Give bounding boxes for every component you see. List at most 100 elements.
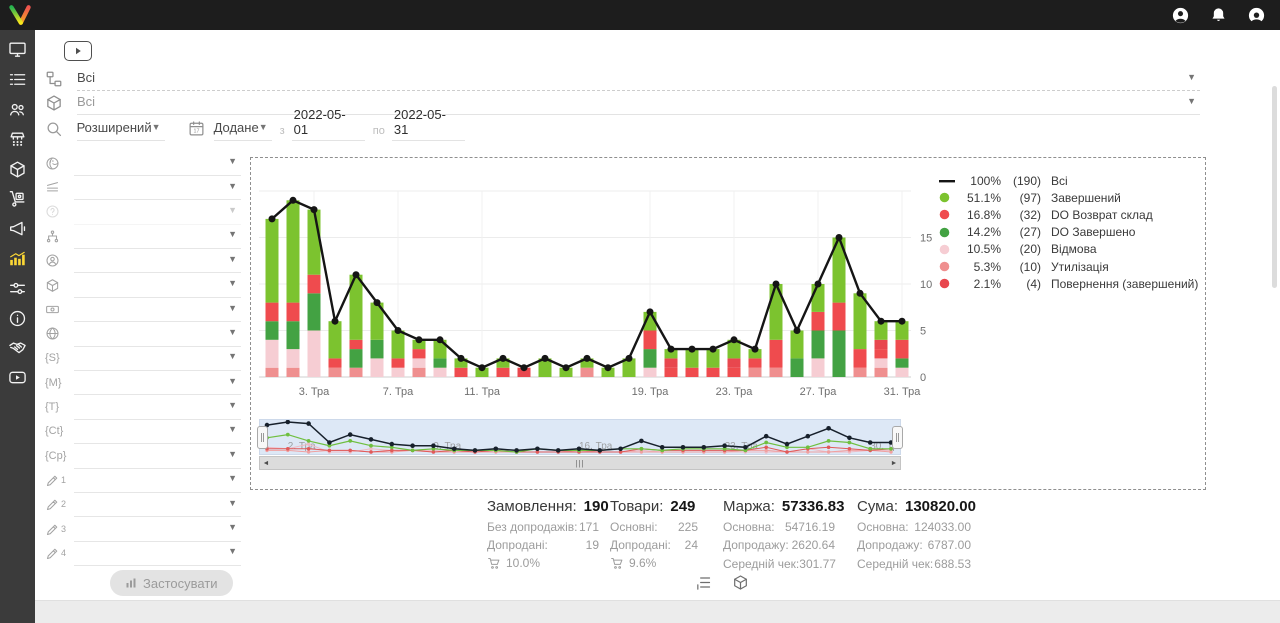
filter-row-payment: ▼ xyxy=(45,297,241,321)
navigator-scrollbar[interactable]: ◄ ||| ► xyxy=(259,456,901,470)
list-view-icon[interactable] xyxy=(695,574,713,592)
payment-select[interactable]: ▼ xyxy=(74,297,241,322)
unknown-select[interactable]: ▼ xyxy=(74,199,241,224)
pencil-icon xyxy=(45,546,60,561)
sidebar-item-supply[interactable] xyxy=(0,184,35,214)
date-to-input[interactable]: 2022-05-31 xyxy=(392,107,465,141)
stats-subrow: Середній чек:301.77 xyxy=(723,557,835,571)
user-icon[interactable] xyxy=(1171,6,1190,25)
sidebar-item-analytics[interactable] xyxy=(0,244,35,274)
product-select[interactable]: Всі ▼ xyxy=(77,91,1200,115)
sidebar-item-marketing[interactable] xyxy=(0,214,35,244)
total-line-point xyxy=(500,355,507,362)
from-label: з xyxy=(280,125,285,137)
total-line-point xyxy=(752,346,759,353)
chart-container: 3. Тра7. Тра11. Тра19. Тра23. Тра27. Тра… xyxy=(250,157,1206,490)
legend-item-DO Завершено[interactable]: 14.2%(27)DO Завершено xyxy=(939,224,1201,241)
app-logo[interactable] xyxy=(7,2,33,28)
legend-item-Всі[interactable]: 100%(190)Всі xyxy=(939,172,1201,189)
legend-item-Утилізація[interactable]: 5.3%(10)Утилізація xyxy=(939,258,1201,275)
custom-2-select[interactable]: ▼ xyxy=(74,492,241,517)
manager-select[interactable]: ▼ xyxy=(74,248,241,273)
package-icon xyxy=(8,160,27,179)
scroll-left-arrow-icon[interactable]: ◄ xyxy=(260,457,272,469)
support-headset-icon[interactable] xyxy=(1247,6,1266,25)
legend-count: (97) xyxy=(1007,191,1041,205)
search-mode-select[interactable]: Розширений ▼ xyxy=(77,117,165,141)
sidebar-item-automation[interactable] xyxy=(0,273,35,303)
date-field-select[interactable]: Додане ▼ xyxy=(214,117,272,141)
video-help-button[interactable] xyxy=(64,41,92,61)
sidebar-item-info[interactable] xyxy=(0,303,35,333)
scroll-right-arrow-icon[interactable]: ► xyxy=(888,457,900,469)
sidebar-item-products[interactable] xyxy=(0,154,35,184)
category-select[interactable]: Всі ▼ xyxy=(77,67,1200,91)
filter-row-product: ▼ xyxy=(45,273,241,297)
utm-content-select[interactable]: ▼ xyxy=(74,419,241,444)
chevron-down-icon: ▼ xyxy=(228,181,241,194)
total-line-point xyxy=(311,206,318,213)
navigator-left-handle[interactable] xyxy=(257,426,268,449)
navigator-minichart[interactable]: 2. Тра9. Тра16. Тра23. Тра30. Тра xyxy=(259,419,901,455)
notifications-bell-icon[interactable] xyxy=(1209,6,1228,25)
product-select[interactable]: ▼ xyxy=(74,272,241,297)
utm-term-select[interactable]: ▼ xyxy=(74,394,241,419)
sidebar-item-partners[interactable] xyxy=(0,333,35,363)
stats-subrow: Основні:225 xyxy=(610,520,698,534)
sidebar-item-orders[interactable] xyxy=(0,65,35,95)
x-axis-label: 31. Тра xyxy=(884,386,922,398)
legend-percent: 10.5% xyxy=(959,242,1001,256)
chevron-down-icon: ▼ xyxy=(228,327,241,340)
apply-button-label: Застосувати xyxy=(143,576,218,591)
total-line-point xyxy=(395,327,402,334)
sidebar-item-dashboard[interactable] xyxy=(0,35,35,65)
custom-4-select[interactable]: ▼ xyxy=(74,541,241,566)
chart-legend: 100%(190)Всі51.1%(97)Завершений16.8%(32)… xyxy=(939,172,1201,292)
custom-3-select[interactable]: ▼ xyxy=(74,516,241,541)
page-scrollbar[interactable] xyxy=(1272,86,1277,288)
custom-1-select[interactable]: ▼ xyxy=(74,468,241,493)
sidebar-item-customers[interactable] xyxy=(0,95,35,125)
scrollbar-grip[interactable]: ||| xyxy=(575,459,584,468)
stats-title: Сума:130820.00 xyxy=(857,498,971,515)
y-axis-label: 10 xyxy=(920,279,932,291)
legend-label: Завершений xyxy=(1051,191,1121,205)
filter-row-custom-4: 4▼ xyxy=(45,541,241,565)
product-view-icon[interactable] xyxy=(732,574,750,592)
utm-campaign-select[interactable]: ▼ xyxy=(74,443,241,468)
stats-title: Маржа:57336.83 xyxy=(723,498,835,515)
legend-count: (32) xyxy=(1007,208,1041,222)
users-icon xyxy=(8,100,27,119)
sidebar-item-store[interactable] xyxy=(0,124,35,154)
legend-item-Завершений[interactable]: 51.1%(97)Завершений xyxy=(939,189,1201,206)
calendar-icon: 17 xyxy=(188,120,208,140)
legend-percent: 16.8% xyxy=(959,208,1001,222)
legend-count: (20) xyxy=(1007,242,1041,256)
utm-medium-select[interactable]: ▼ xyxy=(74,370,241,395)
total-line-point xyxy=(626,355,633,362)
bar-stack-day-2 xyxy=(287,200,300,377)
navigator-right-handle[interactable] xyxy=(892,426,903,449)
total-line-point xyxy=(584,355,591,362)
pencil-number: 1 xyxy=(61,475,66,488)
legend-item-DO Возврат склад[interactable]: 16.8%(32)DO Возврат склад xyxy=(939,206,1201,223)
chevron-down-icon: ▼ xyxy=(1187,96,1200,109)
bar-stack-day-27 xyxy=(812,284,825,377)
total-line-point xyxy=(332,318,339,325)
sidebar-item-tutorials[interactable] xyxy=(0,363,35,393)
date-from-input[interactable]: 2022-05-01 xyxy=(292,107,365,141)
apply-button[interactable]: Застосувати xyxy=(110,570,233,596)
legend-item-Відмова[interactable]: 10.5%(20)Відмова xyxy=(939,241,1201,258)
structure-select[interactable]: ▼ xyxy=(74,224,241,249)
chevron-down-icon: ▼ xyxy=(152,122,165,135)
region-select[interactable]: ▼ xyxy=(74,321,241,346)
stats-subrow: Допродажу:6787.00 xyxy=(857,538,971,552)
legend-item-Повернення (завершений)[interactable]: 2.1%(4)Повернення (завершений) xyxy=(939,275,1201,292)
source-select[interactable]: ▼ xyxy=(74,151,241,176)
bar-stack-day-31 xyxy=(896,321,909,377)
filter-row-manager: ▼ xyxy=(45,249,241,273)
total-line-point xyxy=(269,215,276,222)
utm-source-select[interactable]: ▼ xyxy=(74,346,241,371)
status-group-select[interactable]: ▼ xyxy=(74,175,241,200)
chevron-down-icon: ▼ xyxy=(228,278,241,291)
